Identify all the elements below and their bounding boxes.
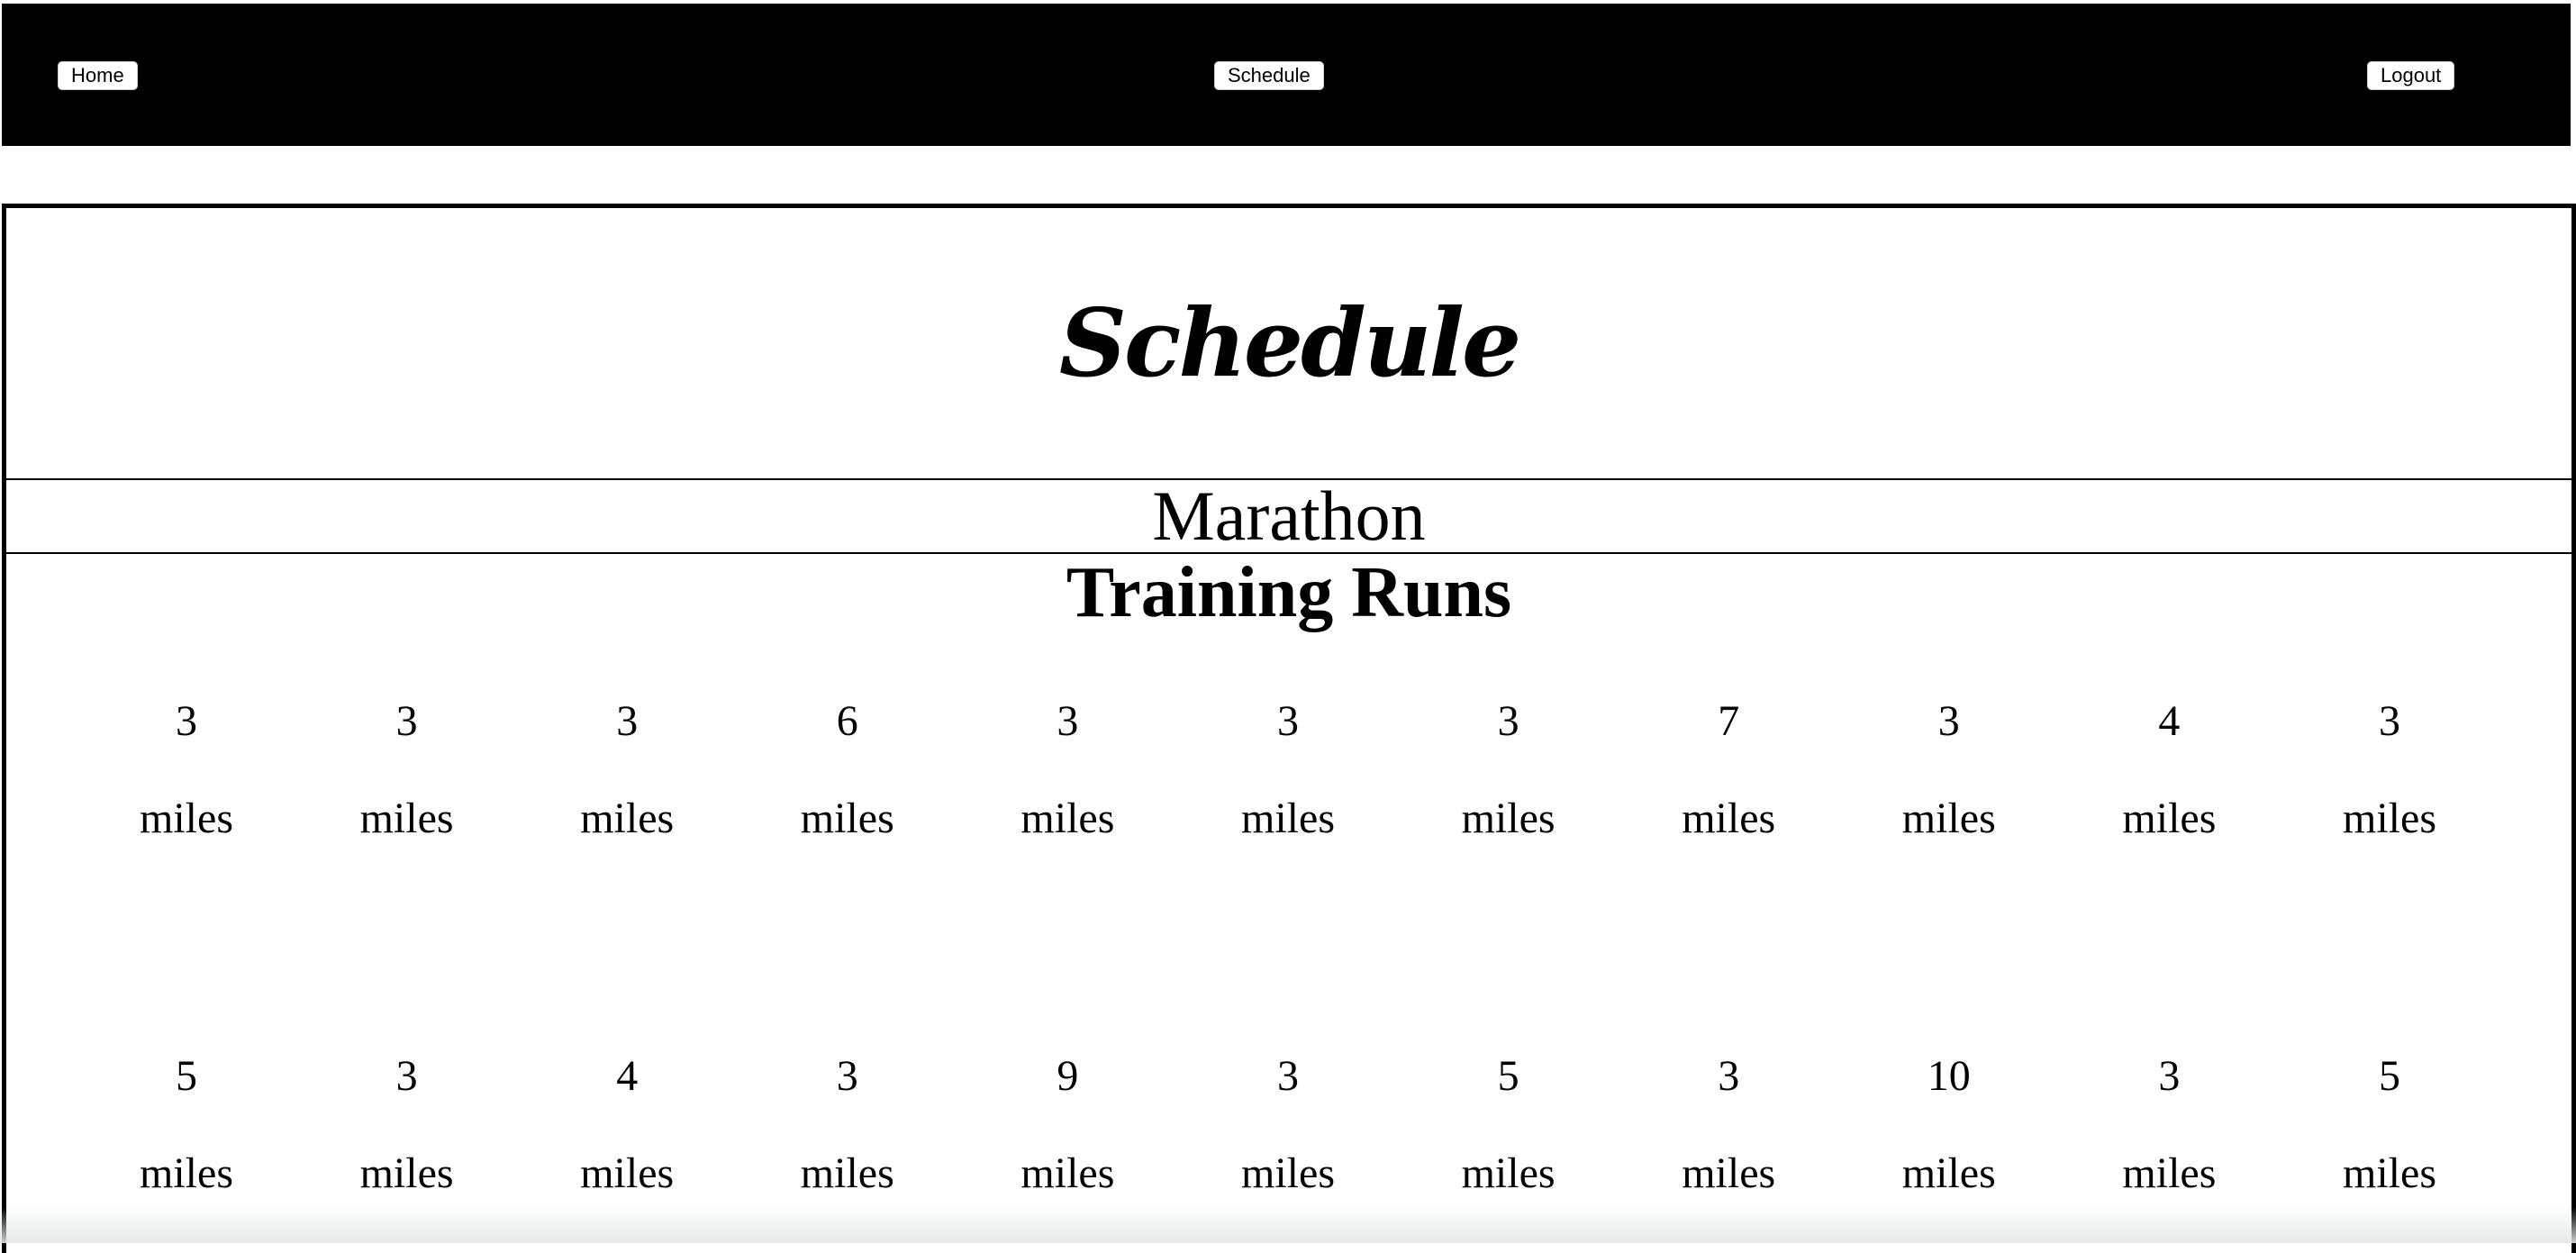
- training-run: 4 miles: [537, 1049, 717, 1201]
- training-runs-row: 3 miles 3 miles 3 miles 6 miles 3 miles 3 miles 3 mil…: [6, 695, 2571, 911]
- run-distance: 3: [1198, 695, 1378, 749]
- run-distance: 5: [1419, 1049, 1599, 1103]
- training-run: 3 miles: [2299, 695, 2480, 846]
- training-run: 3 miles: [1859, 695, 2039, 846]
- run-unit: miles: [1419, 792, 1599, 846]
- schedule-button[interactable]: Schedule: [1214, 61, 1324, 90]
- training-run: 3 miles: [2079, 1049, 2259, 1201]
- run-unit: miles: [757, 1147, 938, 1201]
- run-distance: 3: [1198, 1049, 1378, 1103]
- run-unit: miles: [537, 792, 717, 846]
- run-unit: miles: [1638, 1147, 1819, 1201]
- run-distance: 9: [977, 1049, 1157, 1103]
- run-distance: 10: [1859, 1049, 2039, 1103]
- run-distance: 3: [317, 1049, 497, 1103]
- run-unit: miles: [1859, 1147, 2039, 1201]
- run-unit: miles: [1419, 1147, 1599, 1201]
- run-distance: 3: [96, 695, 277, 749]
- run-distance: 4: [2079, 695, 2259, 749]
- run-unit: miles: [2079, 1147, 2259, 1201]
- training-run: 3 miles: [1638, 1049, 1819, 1201]
- run-distance: 3: [1638, 1049, 1819, 1103]
- logout-button[interactable]: Logout: [2367, 61, 2454, 90]
- run-unit: miles: [96, 1147, 277, 1201]
- run-distance: 7: [1638, 695, 1819, 749]
- run-distance: 3: [1419, 695, 1599, 749]
- training-run: 6 miles: [757, 695, 938, 846]
- training-run: 4 miles: [2079, 695, 2259, 846]
- run-unit: miles: [1198, 1147, 1378, 1201]
- run-distance: 3: [537, 695, 717, 749]
- run-distance: 3: [2079, 1049, 2259, 1103]
- run-unit: miles: [977, 792, 1157, 846]
- training-run: 10 miles: [1859, 1049, 2039, 1201]
- run-distance: 3: [757, 1049, 938, 1103]
- training-run: 9 miles: [977, 1049, 1157, 1201]
- training-run: 5 miles: [96, 1049, 277, 1201]
- run-distance: 4: [537, 1049, 717, 1103]
- run-distance: 3: [317, 695, 497, 749]
- training-run: 5 miles: [1419, 1049, 1599, 1201]
- training-run: 3 miles: [977, 695, 1157, 846]
- training-run: 3 miles: [317, 695, 497, 846]
- page-title: Schedule: [6, 289, 2571, 397]
- event-name: Marathon: [6, 480, 2571, 552]
- home-button[interactable]: Home: [58, 61, 138, 90]
- run-unit: miles: [317, 1147, 497, 1201]
- run-unit: miles: [1198, 792, 1378, 846]
- training-runs-row: 5 miles 3 miles 4 miles 3 miles 9 miles 3 miles 5 mil…: [6, 1049, 2571, 1253]
- training-run: 3 miles: [757, 1049, 938, 1201]
- run-unit: miles: [977, 1147, 1157, 1201]
- section-heading: Training Runs: [6, 550, 2571, 635]
- schedule-panel: Schedule Marathon Training Runs 3miles3m…: [2, 204, 2576, 1253]
- run-distance: 3: [977, 695, 1157, 749]
- run-unit: miles: [1859, 792, 2039, 846]
- top-navbar: Home Schedule Logout: [2, 4, 2571, 146]
- training-run: 3 miles: [1419, 695, 1599, 846]
- run-distance: 6: [757, 695, 938, 749]
- run-distance: 3: [2299, 695, 2480, 749]
- run-unit: miles: [757, 792, 938, 846]
- run-unit: miles: [537, 1147, 717, 1201]
- training-run: 7 miles: [1638, 695, 1819, 846]
- training-run: 3 miles: [537, 695, 717, 846]
- training-run: 3 miles: [1198, 695, 1378, 846]
- run-unit: miles: [96, 792, 277, 846]
- run-distance: 3: [1859, 695, 2039, 749]
- training-run: 3 miles: [1198, 1049, 1378, 1201]
- run-unit: miles: [1638, 792, 1819, 846]
- run-unit: miles: [317, 792, 497, 846]
- training-run: 3 miles: [317, 1049, 497, 1201]
- run-distance: 5: [96, 1049, 277, 1103]
- training-run: 5 miles: [2299, 1049, 2480, 1201]
- run-unit: miles: [2299, 792, 2480, 846]
- run-unit: miles: [2079, 792, 2259, 846]
- training-run: 3 miles: [96, 695, 277, 846]
- run-unit: miles: [2299, 1147, 2480, 1201]
- run-distance: 5: [2299, 1049, 2480, 1103]
